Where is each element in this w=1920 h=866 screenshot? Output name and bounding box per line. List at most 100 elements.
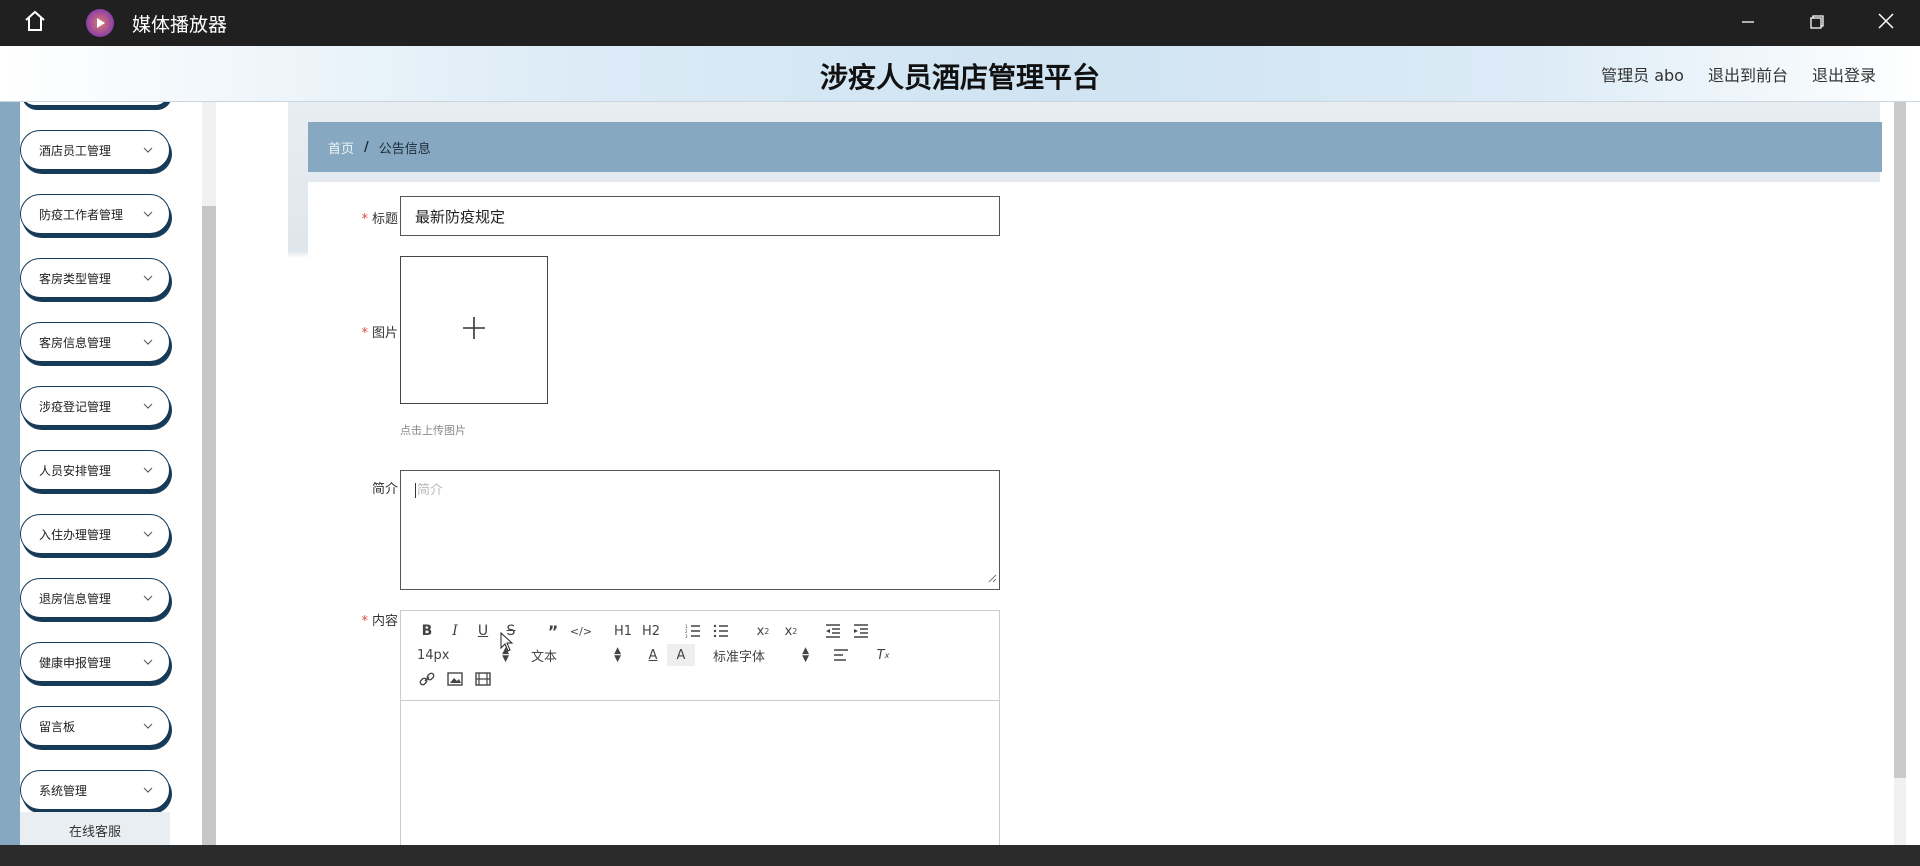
text-caret xyxy=(415,483,416,498)
sidebar-item-check-in[interactable]: 入住办理管理 xyxy=(20,514,170,554)
sidebar-item-check-out[interactable]: 退房信息管理 xyxy=(20,578,170,618)
intro-textarea[interactable]: 简介 xyxy=(400,470,1000,590)
sidebar-item-label: 健康申报管理 xyxy=(39,655,112,670)
image-label: * 图片 xyxy=(361,326,398,341)
title-label: * 标题 xyxy=(361,212,398,227)
upload-hint: 点击上传图片 xyxy=(400,424,466,437)
chevron-down-icon xyxy=(143,784,153,798)
sidebar-item-label: 客房类型管理 xyxy=(39,271,112,286)
sidebar-item-system[interactable]: 系统管理 xyxy=(20,770,170,810)
outdent-icon[interactable] xyxy=(819,620,847,642)
chevron-down-icon xyxy=(143,336,153,350)
minimize-button[interactable] xyxy=(1713,0,1782,46)
chevron-down-icon xyxy=(143,528,153,542)
video-icon[interactable] xyxy=(469,668,497,690)
underline-icon[interactable]: U xyxy=(469,620,497,642)
window-title: 媒体播放器 xyxy=(132,13,228,36)
blockquote-icon[interactable]: ” xyxy=(539,620,567,642)
header-select[interactable]: 文本 ▲ ▼ xyxy=(527,644,625,666)
media-player-bottom-bar xyxy=(0,845,1920,866)
sidebar-item-partial[interactable] xyxy=(20,102,170,106)
chevron-down-icon xyxy=(143,400,153,414)
logout-link[interactable]: 退出登录 xyxy=(1812,62,1876,86)
sidebar-item-label: 涉疫登记管理 xyxy=(39,399,112,414)
image-upload-button[interactable] xyxy=(400,256,548,404)
font-family-select[interactable]: 标准字体 ▲ ▼ xyxy=(709,644,813,666)
home-button[interactable] xyxy=(0,0,70,46)
required-mark: * xyxy=(361,212,368,227)
restore-button[interactable] xyxy=(1782,0,1851,46)
sidebar-accent-strip xyxy=(0,102,20,845)
code-block-icon[interactable]: </> xyxy=(567,620,595,642)
intro-placeholder: 简介 xyxy=(417,483,444,498)
main-content: 首页 / 公告信息 *标题 最新防疫规定 *图片 点击上传图片 简介 简介 xyxy=(216,102,1920,850)
select-arrows-icon: ▲ ▼ xyxy=(614,646,621,664)
align-icon[interactable] xyxy=(827,644,855,666)
required-mark: * xyxy=(361,614,368,629)
sidebar-item-epidemic-registration[interactable]: 涉疫登记管理 xyxy=(20,386,170,426)
link-icon[interactable] xyxy=(413,668,441,690)
resize-handle-icon[interactable] xyxy=(987,572,997,587)
chevron-down-icon xyxy=(143,272,153,286)
sidebar-item-label: 系统管理 xyxy=(39,783,88,798)
sidebar-item-health-report[interactable]: 健康申报管理 xyxy=(20,642,170,682)
sidebar: 酒店员工管理 防疫工作者管理 客房类型管理 客房信息管理 涉疫登记管理 人员安排… xyxy=(0,102,202,845)
sidebar-item-hotel-staff[interactable]: 酒店员工管理 xyxy=(20,130,170,170)
editor-content-area[interactable] xyxy=(401,701,999,849)
chevron-down-icon xyxy=(143,592,153,606)
sidebar-item-staff-arrangement[interactable]: 人员安排管理 xyxy=(20,450,170,490)
breadcrumb: 首页 / 公告信息 xyxy=(308,122,1882,172)
subscript-icon[interactable]: x2 xyxy=(749,620,777,642)
sidebar-item-label: 入住办理管理 xyxy=(39,527,112,542)
content-label: * 内容 xyxy=(361,614,398,629)
superscript-icon[interactable]: x2 xyxy=(777,620,805,642)
restore-icon xyxy=(1809,14,1824,33)
sidebar-item-label: 人员安排管理 xyxy=(39,463,112,478)
background-color-icon[interactable]: A xyxy=(667,644,695,666)
sidebar-item-epidemic-workers[interactable]: 防疫工作者管理 xyxy=(20,194,170,234)
mouse-cursor-icon xyxy=(500,631,514,656)
sidebar-item-room-info[interactable]: 客房信息管理 xyxy=(20,322,170,362)
rich-text-editor: B I U S ” </> H1 H2 123 x 2 x 2 14px ▲ ▼… xyxy=(400,610,1000,850)
ordered-list-icon[interactable]: 123 xyxy=(679,620,707,642)
required-mark: * xyxy=(361,326,368,341)
sidebar-item-label: 留言板 xyxy=(39,719,76,734)
font-color-icon[interactable]: A xyxy=(639,644,667,666)
sidebar-scrollbar-thumb[interactable] xyxy=(202,206,216,845)
chevron-down-icon xyxy=(143,144,153,158)
indent-icon[interactable] xyxy=(847,620,875,642)
announcement-form: * 标题 最新防疫规定 * 图片 点击上传图片 简介 简介 * 内容 B I U… xyxy=(308,182,1882,850)
exit-to-front-link[interactable]: 退出到前台 xyxy=(1708,62,1788,86)
breadcrumb-home-link[interactable]: 首页 xyxy=(328,138,354,157)
sidebar-item-message-board[interactable]: 留言板 xyxy=(20,706,170,746)
sidebar-item-label: 酒店员工管理 xyxy=(39,143,112,158)
clear-format-icon[interactable]: Tx xyxy=(869,644,897,666)
italic-icon[interactable]: I xyxy=(441,620,469,642)
bold-icon[interactable]: B xyxy=(413,620,441,642)
sidebar-item-room-types[interactable]: 客房类型管理 xyxy=(20,258,170,298)
title-input[interactable]: 最新防疫规定 xyxy=(400,196,1000,236)
heading-2-icon[interactable]: H2 xyxy=(637,620,665,642)
image-icon[interactable] xyxy=(441,668,469,690)
chevron-down-icon xyxy=(143,720,153,734)
home-icon xyxy=(22,8,48,38)
main-scrollbar-thumb[interactable] xyxy=(1894,102,1906,778)
bullet-list-icon[interactable] xyxy=(707,620,735,642)
minimize-icon xyxy=(1741,14,1755,33)
sidebar-item-label: 客房信息管理 xyxy=(39,335,112,350)
chevron-down-icon xyxy=(143,208,153,222)
svg-text:3: 3 xyxy=(685,634,688,638)
app-header: 涉疫人员酒店管理平台 管理员 abo 退出到前台 退出登录 xyxy=(0,46,1920,102)
sidebar-item-label: 退房信息管理 xyxy=(39,591,112,606)
sidebar-item-label: 防疫工作者管理 xyxy=(39,207,124,222)
window-titlebar: 媒体播放器 xyxy=(0,0,1920,46)
font-size-select[interactable]: 14px ▲ ▼ xyxy=(413,644,513,666)
heading-1-icon[interactable]: H1 xyxy=(609,620,637,642)
select-arrows-icon: ▲ ▼ xyxy=(802,646,809,664)
editor-toolbar: B I U S ” </> H1 H2 123 x 2 x 2 14px ▲ ▼… xyxy=(401,611,999,701)
breadcrumb-separator: / xyxy=(364,139,369,155)
admin-user-label[interactable]: 管理员 abo xyxy=(1601,62,1684,86)
chevron-down-icon xyxy=(143,464,153,478)
online-service-button[interactable]: 在线客服 xyxy=(20,812,170,845)
close-window-button[interactable] xyxy=(1851,0,1920,46)
